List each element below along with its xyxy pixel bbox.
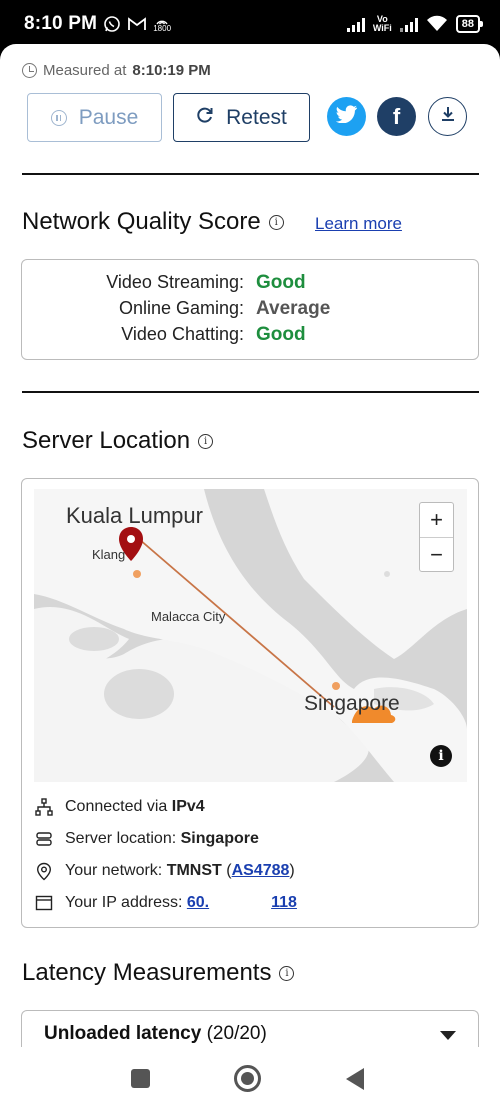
twitter-icon: [335, 105, 358, 128]
map-info-button[interactable]: i: [430, 745, 452, 767]
phone-screen: 8:10 PM 1800 Vo WiFi 88 Measured at 8:10…: [0, 0, 500, 1111]
server-icon: [34, 830, 53, 849]
accordion-title: Unloaded latency (20/20): [44, 1023, 267, 1044]
browser-window-icon: [34, 894, 53, 913]
wifi-icon: [426, 15, 448, 33]
quality-value: Average: [256, 298, 331, 319]
speedtest-page: Measured at 8:10:19 PM Pause Retest f Ne…: [0, 44, 500, 1047]
server-location-card: Kuala Lumpur Klang Malacca City Singapor…: [21, 478, 479, 928]
location-pin-outline-icon: [34, 862, 53, 881]
server-map[interactable]: Kuala Lumpur Klang Malacca City Singapor…: [34, 489, 467, 782]
chevron-down-icon: [440, 1031, 456, 1040]
network-label: 1800: [153, 23, 172, 33]
map-label-origin: Kuala Lumpur: [66, 503, 203, 528]
hotspot-icon: 1800: [153, 16, 171, 33]
info-icon[interactable]: i: [279, 965, 295, 981]
twitter-share-button[interactable]: [327, 97, 366, 136]
measured-prefix: Measured at: [43, 62, 127, 79]
connected-value: IPv4: [171, 798, 205, 815]
map-zoom-control: + −: [419, 502, 454, 572]
quality-label: Video Chatting:: [121, 324, 244, 344]
map-label-destination: Singapore: [304, 692, 400, 715]
server-heading: Server Location i: [22, 427, 214, 455]
measured-at: Measured at 8:10:19 PM: [22, 62, 211, 79]
gmail-icon: [127, 16, 147, 32]
network-tree-icon: [34, 798, 53, 817]
refresh-icon: [196, 106, 214, 130]
download-icon: [439, 105, 457, 128]
retest-label: Retest: [226, 105, 287, 129]
connection-details: Connected via IPv4 Server location: Sing…: [34, 791, 297, 919]
latency-heading: Latency Measurements i: [22, 959, 295, 987]
latency-title: Latency Measurements: [22, 959, 272, 986]
vowifi-indicator: Vo WiFi: [372, 14, 392, 33]
network-prefix: Your network:: [65, 862, 163, 879]
retest-button[interactable]: Retest: [173, 93, 310, 142]
back-button[interactable]: [346, 1068, 364, 1090]
quality-value: Good: [256, 272, 306, 293]
section-divider: [22, 391, 479, 393]
ip-prefix: Your IP address:: [65, 894, 183, 911]
quality-label: Video Streaming:: [106, 272, 244, 292]
server-value: Singapore: [180, 830, 259, 847]
zoom-out-button[interactable]: −: [420, 537, 453, 571]
signal-bars-icon: [346, 16, 365, 32]
unloaded-latency-accordion[interactable]: Unloaded latency (20/20): [21, 1010, 479, 1047]
ip-address-link[interactable]: 60. 118: [187, 894, 297, 911]
recents-button[interactable]: [131, 1069, 150, 1088]
facebook-share-button[interactable]: f: [377, 97, 416, 136]
pause-icon: [50, 109, 67, 126]
measured-time: 8:10:19 PM: [132, 62, 211, 79]
network-name: TMNST: [166, 862, 222, 879]
pause-label: Pause: [78, 105, 139, 129]
detail-row-server: Server location: Singapore: [34, 823, 297, 855]
status-bar: 8:10 PM 1800 Vo WiFi 88: [0, 0, 500, 48]
map-label-waypoint: Malacca City: [151, 609, 226, 624]
map-terrain: [34, 489, 467, 782]
clock-icon: [22, 63, 37, 78]
map-label-origin-sub: Klang: [92, 547, 126, 562]
system-nav-bar: [0, 1047, 500, 1111]
quality-title: Network Quality Score: [22, 208, 261, 235]
quality-value: Good: [256, 324, 306, 345]
quality-label: Online Gaming:: [118, 298, 244, 318]
detail-row-connection: Connected via IPv4: [34, 791, 297, 823]
facebook-icon: f: [392, 103, 401, 129]
connected-prefix: Connected via: [65, 798, 168, 815]
quality-heading: Network Quality Score i: [22, 208, 284, 236]
pause-button[interactable]: Pause: [27, 93, 162, 142]
info-icon[interactable]: i: [268, 214, 284, 230]
detail-row-ip: Your IP address: 60. 118: [34, 887, 297, 919]
server-title: Server Location: [22, 427, 191, 454]
quality-score-box: Video Streaming: Good Online Gaming: Ave…: [21, 259, 479, 360]
info-icon[interactable]: i: [198, 433, 214, 449]
section-divider: [22, 173, 479, 175]
download-button[interactable]: [428, 97, 467, 136]
status-time: 8:10 PM: [24, 13, 98, 34]
whatsapp-icon: [103, 15, 121, 33]
home-button[interactable]: [234, 1065, 261, 1092]
zoom-in-button[interactable]: +: [420, 503, 453, 537]
server-prefix: Server location:: [65, 830, 177, 847]
signal-bars-2-icon: [399, 16, 418, 32]
detail-row-network: Your network: TMNST (AS4788): [34, 855, 297, 887]
battery-icon: 88: [455, 15, 484, 33]
asn-link[interactable]: AS4788: [232, 862, 290, 879]
learn-more-link[interactable]: Learn more: [315, 214, 402, 234]
